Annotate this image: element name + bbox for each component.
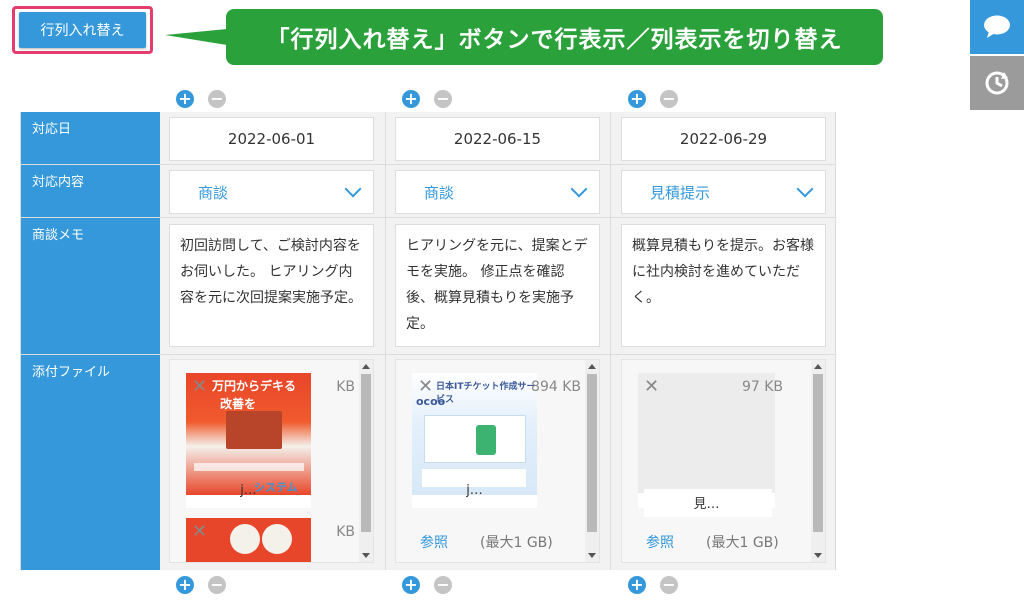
file-name[interactable]: 見…: [638, 493, 775, 512]
scrollbar[interactable]: [359, 360, 373, 562]
add-column-button[interactable]: +: [176, 576, 194, 594]
type-select-value: 商談: [424, 183, 455, 202]
memo-textarea[interactable]: ヒアリングを元に、提案とデモを実施。 修正点を確認後、概算見積もりを実施予定。: [395, 224, 600, 347]
browse-file-link[interactable]: 参照: [420, 532, 448, 552]
file-size: KB: [336, 379, 355, 395]
type-select-value: 商談: [198, 183, 229, 202]
speech-bubble-icon: [984, 15, 1010, 38]
remove-column-button[interactable]: −: [434, 90, 452, 108]
type-select[interactable]: 見積提示: [621, 170, 826, 214]
file-attachment-area: 万円からデキる 改善を システム ✕ KB j… ✕ KB: [169, 359, 374, 563]
record-table: 対応日 対応内容 商談メモ 添付ファイル 2022-06-01 商談 初回訪問し…: [20, 112, 836, 570]
row-header-files: 添付ファイル: [21, 355, 160, 570]
scroll-down-icon[interactable]: [814, 553, 822, 558]
browse-file-link[interactable]: 参照: [646, 532, 674, 552]
thumbnail-illustration: [262, 524, 292, 554]
remove-column-button[interactable]: −: [208, 90, 226, 108]
thumbnail-illustration: [226, 411, 282, 449]
row-header-memo: 商談メモ: [21, 218, 160, 354]
row-header-type: 対応内容: [21, 165, 160, 217]
type-select[interactable]: 商談: [395, 170, 600, 214]
scroll-thumb[interactable]: [361, 374, 371, 532]
type-select[interactable]: 商談: [169, 170, 374, 214]
scroll-thumb[interactable]: [813, 374, 823, 532]
remove-column-button[interactable]: −: [208, 576, 226, 594]
toggle-button-highlight: 行列入れ替え: [12, 6, 153, 54]
file-card: ✕ KB: [186, 518, 355, 562]
file-card: 日本ITチケット作成サービス ocoo ✕ 894 KB j…: [412, 373, 581, 508]
date-field[interactable]: 2022-06-15: [395, 117, 600, 161]
max-size-label: (最大1 GB): [480, 535, 553, 551]
file-name[interactable]: j…: [186, 483, 311, 498]
add-column-button[interactable]: +: [176, 90, 194, 108]
remove-column-button[interactable]: −: [434, 576, 452, 594]
add-column-button[interactable]: +: [628, 90, 646, 108]
chevron-down-icon: [796, 180, 814, 198]
file-size: 97 KB: [741, 379, 783, 395]
row-column-toggle-button[interactable]: 行列入れ替え: [19, 12, 146, 48]
remove-file-icon[interactable]: ✕: [644, 376, 659, 397]
date-field[interactable]: 2022-06-29: [621, 117, 826, 161]
chevron-down-icon: [344, 180, 362, 198]
scrollbar[interactable]: [811, 360, 825, 562]
type-select-value: 見積提示: [650, 183, 711, 202]
row-header-date: 対応日: [21, 112, 160, 164]
file-name[interactable]: j…: [412, 483, 537, 498]
file-attachment-area: ✕ 97 KB 見… 参照 (最大1 GB): [621, 359, 826, 563]
thumbnail-text: 日本ITチケット作成サービス: [436, 382, 536, 405]
remove-file-icon[interactable]: ✕: [192, 521, 207, 542]
file-card: 万円からデキる 改善を システム ✕ KB j…: [186, 373, 355, 508]
thumbnail-illustration: [230, 524, 260, 554]
callout-annotation: 「行列入れ替え」ボタンで行表示／列表示を切り替え: [226, 9, 883, 65]
thumbnail-phone: [476, 425, 496, 455]
scroll-up-icon[interactable]: [588, 364, 596, 369]
add-column-button[interactable]: +: [628, 576, 646, 594]
add-column-button[interactable]: +: [402, 90, 420, 108]
scroll-up-icon[interactable]: [362, 364, 370, 369]
history-icon: [985, 71, 1009, 95]
thumbnail-text: 改善を: [220, 397, 257, 411]
file-card: ✕ 97 KB 見…: [638, 373, 783, 517]
add-column-button[interactable]: +: [402, 576, 420, 594]
scroll-up-icon[interactable]: [814, 364, 822, 369]
comment-button[interactable]: [970, 0, 1024, 54]
file-attachment-area: 日本ITチケット作成サービス ocoo ✕ 894 KB j… 参照 (最大1 …: [395, 359, 600, 563]
history-button[interactable]: [970, 56, 1024, 110]
chevron-down-icon: [570, 180, 588, 198]
scroll-down-icon[interactable]: [362, 553, 370, 558]
remove-file-icon[interactable]: ✕: [192, 376, 207, 397]
thumbnail-band: [194, 463, 304, 471]
scroll-thumb[interactable]: [587, 374, 597, 532]
thumbnail-text: 万円からデキる: [212, 379, 297, 393]
scroll-down-icon[interactable]: [588, 553, 596, 558]
scrollbar[interactable]: [585, 360, 599, 562]
memo-textarea[interactable]: 概算見積もりを提示。お客様に社内検討を進めていただく。: [621, 224, 826, 347]
thumbnail-panel: [424, 415, 526, 463]
memo-textarea[interactable]: 初回訪問して、ご検討内容をお伺いした。 ヒアリング内容を元に次回提案実施予定。: [169, 224, 374, 347]
remove-column-button[interactable]: −: [660, 90, 678, 108]
remove-column-button[interactable]: −: [660, 576, 678, 594]
callout-tail: [165, 29, 227, 45]
date-field[interactable]: 2022-06-01: [169, 117, 374, 161]
remove-file-icon[interactable]: ✕: [418, 376, 433, 397]
file-size: 894 KB: [531, 379, 581, 395]
file-size: KB: [336, 524, 355, 540]
max-size-label: (最大1 GB): [706, 535, 779, 551]
